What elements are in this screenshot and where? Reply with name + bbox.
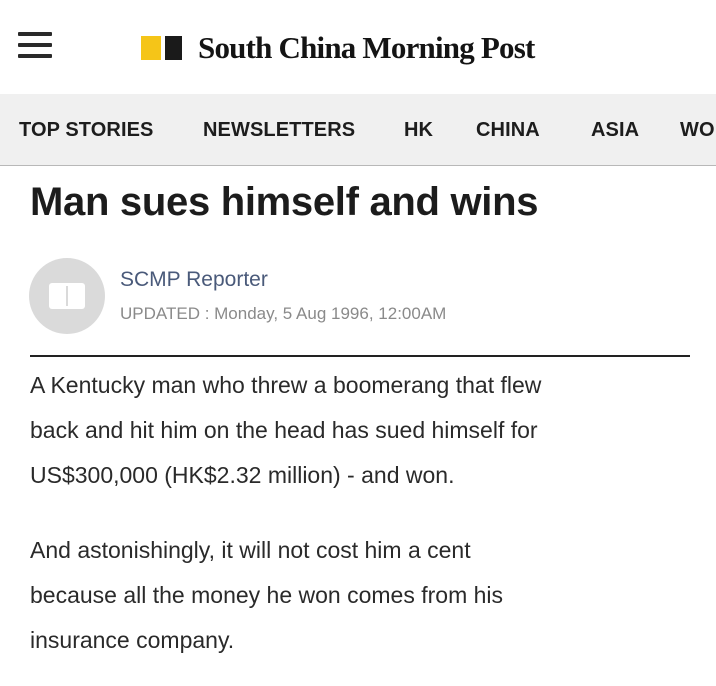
- nav-item-top-stories[interactable]: TOP STORIES: [19, 119, 153, 142]
- paragraph-line: And astonishingly, it will not cost him …: [30, 537, 471, 563]
- article-paragraph: And astonishingly, it will not cost him …: [30, 528, 700, 663]
- site-header: South China Morning Post: [0, 0, 716, 94]
- nav-item-newsletters[interactable]: NEWSLETTERS: [203, 119, 355, 142]
- logo-text: South China Morning Post: [198, 30, 535, 65]
- nav-item-hk[interactable]: HK: [404, 119, 433, 142]
- book-icon: [49, 283, 85, 309]
- logo-mark-icon: [141, 36, 182, 60]
- nav-item-world[interactable]: WO: [680, 119, 715, 142]
- menu-bar: [18, 43, 52, 47]
- menu-bar: [18, 32, 52, 36]
- menu-bar: [18, 54, 52, 58]
- nav-item-asia[interactable]: ASIA: [591, 119, 639, 142]
- nav-item-china[interactable]: CHINA: [476, 119, 540, 142]
- paragraph-line: insurance company.: [30, 627, 235, 653]
- paragraph-line: back and hit him on the head has sued hi…: [30, 417, 538, 443]
- paragraph-line: because all the money he won comes from …: [30, 582, 504, 608]
- site-logo[interactable]: South China Morning Post: [141, 28, 535, 68]
- updated-timestamp: UPDATED : Monday, 5 Aug 1996, 12:00AM: [120, 304, 447, 323]
- hamburger-menu-icon[interactable]: [18, 30, 52, 60]
- logo-black-block: [165, 36, 182, 60]
- byline-divider: [30, 355, 690, 357]
- article-page: South China Morning Post TOP STORIES NEW…: [0, 0, 716, 686]
- paragraph-line: US$300,000 (HK$2.32 million) - and won.: [30, 462, 455, 488]
- logo-yellow-block: [141, 36, 161, 60]
- article-paragraph: A Kentucky man who threw a boomerang tha…: [30, 363, 700, 498]
- author-name[interactable]: SCMP Reporter: [120, 268, 268, 292]
- author-avatar[interactable]: [29, 258, 105, 334]
- section-nav: TOP STORIES NEWSLETTERS HK CHINA ASIA WO: [0, 94, 716, 166]
- article-headline: Man sues himself and wins: [30, 180, 539, 224]
- paragraph-line: A Kentucky man who threw a boomerang tha…: [30, 372, 542, 398]
